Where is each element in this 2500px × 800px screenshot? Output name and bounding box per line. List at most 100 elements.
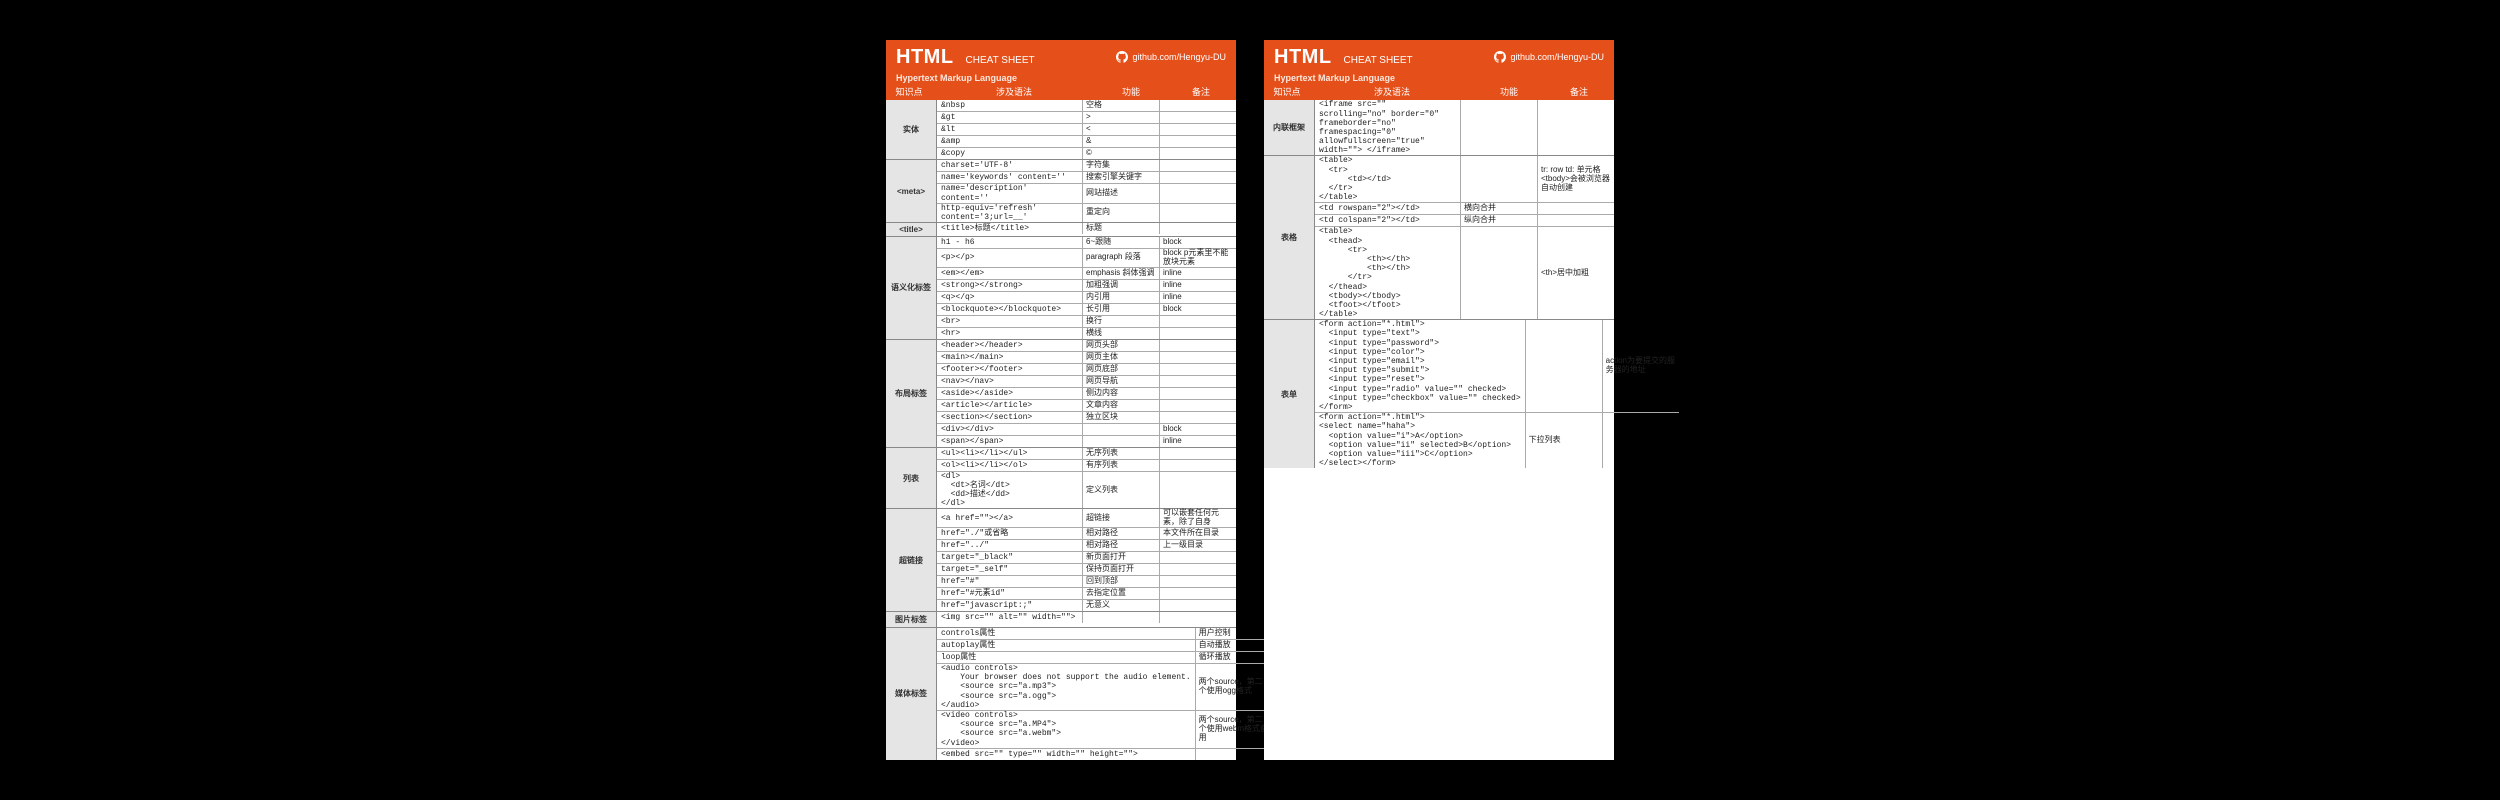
section: 媒体标签 controls属性 用户控制 autoplay属性 自动播放 loo…	[886, 628, 1236, 760]
table-row: href="#" 回到顶部	[937, 576, 1236, 588]
note-cell: inline	[1160, 268, 1236, 279]
section-rows: <a href=""></a> 超链接 可以嵌套任何元素，除了自身 href="…	[937, 509, 1236, 611]
col-function: 功能	[1474, 85, 1544, 98]
function-cell: 有序列表	[1083, 460, 1160, 471]
table-row: <iframe src="" scrolling="no" border="0"…	[1315, 100, 1614, 155]
note-cell	[1160, 172, 1236, 183]
syntax-cell: <ul><li></li></ul>	[937, 448, 1083, 459]
function-cell: 网站描述	[1083, 184, 1160, 202]
section-rows: <table> <tr> <td></td> </tr> </table> tr…	[1315, 156, 1614, 319]
function-cell: 循环播放	[1196, 652, 1273, 663]
function-cell: 字符集	[1083, 160, 1160, 171]
section-rows: <header></header> 网页头部 <main></main> 网页主…	[937, 340, 1236, 447]
table-row: <form action="*.html"> <input type="text…	[1315, 320, 1679, 413]
table-row: <div></div> block	[937, 424, 1236, 436]
table-row: target="_black" 新页面打开	[937, 552, 1236, 564]
table-row: <br> 换行	[937, 316, 1236, 328]
function-cell: 超链接	[1083, 509, 1160, 527]
syntax-cell: loop属性	[937, 652, 1196, 663]
function-cell: 纵向合并	[1461, 215, 1538, 226]
syntax-cell: charset='UTF-8'	[937, 160, 1083, 171]
table-row: <p></p> paragraph 段落 block p元素里不能放块元素	[937, 249, 1236, 268]
section: 列表 <ul><li></li></ul> 无序列表 <ol><li></li>…	[886, 448, 1236, 510]
syntax-cell: <td colspan="2"></td>	[1315, 215, 1461, 226]
note-cell	[1160, 564, 1236, 575]
table-row: &nbsp 空格	[937, 100, 1236, 112]
syntax-cell: <section></section>	[937, 412, 1083, 423]
note-cell	[1160, 204, 1236, 222]
column-header: 知识点 涉及语法 功能 备注	[1264, 83, 1614, 100]
note-cell: inline	[1160, 280, 1236, 291]
table-row: <blockquote></blockquote> 长引用 block	[937, 304, 1236, 316]
function-cell: 回到顶部	[1083, 576, 1160, 587]
table-row: &amp &	[937, 136, 1236, 148]
section-label: <meta>	[886, 160, 937, 222]
table-row: <article></article> 文章内容	[937, 400, 1236, 412]
syntax-cell: <iframe src="" scrolling="no" border="0"…	[1315, 100, 1461, 155]
function-cell: 用户控制	[1196, 628, 1273, 639]
note-cell	[1160, 388, 1236, 399]
table-row: <nav></nav> 网页导航	[937, 376, 1236, 388]
table-row: <table> <thead> <tr> <th></th> <th></th>…	[1315, 227, 1614, 319]
function-cell: 6~跟随	[1083, 237, 1160, 248]
col-syntax: 涉及语法	[1310, 85, 1474, 98]
syntax-cell: <nav></nav>	[937, 376, 1083, 387]
syntax-cell: href="javascript:;"	[937, 600, 1083, 611]
function-cell	[1196, 749, 1273, 760]
function-cell: 下拉列表	[1526, 413, 1603, 468]
function-cell: 长引用	[1083, 304, 1160, 315]
function-cell: paragraph 段落	[1083, 249, 1160, 267]
function-cell: 内引用	[1083, 292, 1160, 303]
function-cell: 保持页面打开	[1083, 564, 1160, 575]
syntax-cell: http-equiv='refresh' content='3;url=__'	[937, 204, 1083, 222]
function-cell	[1083, 436, 1160, 447]
syntax-cell: <br>	[937, 316, 1083, 327]
function-cell: 无意义	[1083, 600, 1160, 611]
cheatsheet-page-1: HTML CHEAT SHEET github.com/Hengyu-DU Hy…	[886, 40, 1236, 759]
function-cell: 网页导航	[1083, 376, 1160, 387]
table-row: <td colspan="2"></td> 纵向合并	[1315, 215, 1614, 227]
syntax-cell: <img src="" alt="" width="">	[937, 612, 1083, 623]
col-function: 功能	[1096, 85, 1166, 98]
table-row: <strong></strong> 加粗强调 inline	[937, 280, 1236, 292]
section-label: 内联框架	[1264, 100, 1315, 155]
section-rows: <title>标题</title> 标题	[937, 223, 1236, 236]
syntax-cell: <em></em>	[937, 268, 1083, 279]
blank-area	[1264, 468, 1614, 759]
syntax-cell: &copy	[937, 148, 1083, 159]
note-cell	[1160, 184, 1236, 202]
subtitle: Hypertext Markup Language	[886, 73, 1236, 83]
function-cell: 自动播放	[1196, 640, 1273, 651]
github-link[interactable]: github.com/Hengyu-DU	[1494, 51, 1604, 63]
note-cell	[1538, 100, 1614, 155]
col-note: 备注	[1166, 85, 1236, 98]
table-row: &copy ©	[937, 148, 1236, 159]
table-row: <main></main> 网页主体	[937, 352, 1236, 364]
subtitle: Hypertext Markup Language	[1264, 73, 1614, 83]
function-cell: 重定向	[1083, 204, 1160, 222]
syntax-cell: href="./"或省略	[937, 528, 1083, 539]
logo: HTML	[1274, 46, 1332, 69]
github-icon	[1116, 51, 1128, 63]
section: 超链接 <a href=""></a> 超链接 可以嵌套任何元素，除了自身 hr…	[886, 509, 1236, 612]
table-row: <footer></footer> 网页底部	[937, 364, 1236, 376]
function-cell: 去指定位置	[1083, 588, 1160, 599]
syntax-cell: controls属性	[937, 628, 1196, 639]
section-rows: <img src="" alt="" width="">	[937, 612, 1236, 627]
function-cell: 侧边内容	[1083, 388, 1160, 399]
syntax-cell: <form action="*.html"> <input type="text…	[1315, 320, 1526, 412]
function-cell	[1461, 156, 1538, 202]
github-link[interactable]: github.com/Hengyu-DU	[1116, 51, 1226, 63]
table-row: href="../" 相对路径 上一级目录	[937, 540, 1236, 552]
function-cell: 空格	[1083, 100, 1160, 111]
syntax-cell: <strong></strong>	[937, 280, 1083, 291]
function-cell: 加粗强调	[1083, 280, 1160, 291]
section-label: 布局标签	[886, 340, 937, 447]
syntax-cell: h1 - h6	[937, 237, 1083, 248]
section-rows: charset='UTF-8' 字符集 name='keywords' cont…	[937, 160, 1236, 222]
function-cell	[1083, 424, 1160, 435]
section-label: 媒体标签	[886, 628, 937, 760]
table-row: <aside></aside> 侧边内容	[937, 388, 1236, 400]
note-cell	[1160, 552, 1236, 563]
function-cell: &	[1083, 136, 1160, 147]
